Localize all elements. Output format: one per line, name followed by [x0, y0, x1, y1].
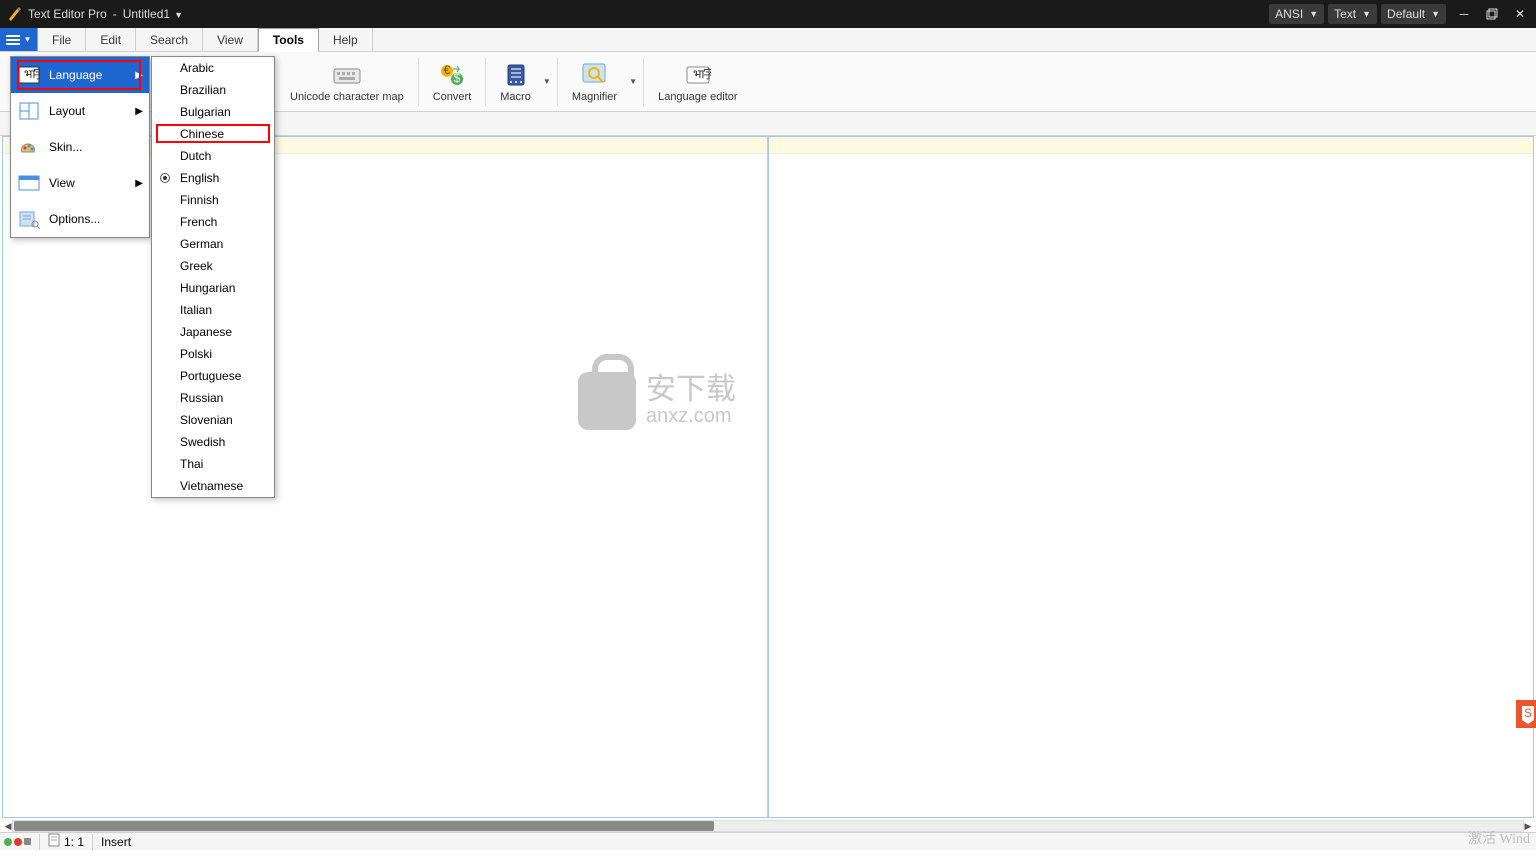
lang-item-polski[interactable]: Polski — [152, 343, 274, 365]
insert-mode[interactable]: Insert — [101, 834, 139, 850]
document-icon — [48, 833, 60, 850]
activation-hint: 激活 Wind — [1468, 828, 1530, 848]
lang-item-arabic[interactable]: Arabic — [152, 57, 274, 79]
lang-item-portuguese[interactable]: Portuguese — [152, 365, 274, 387]
convert-icon: €$ — [438, 61, 466, 89]
lang-item-japanese[interactable]: Japanese — [152, 321, 274, 343]
menu-search[interactable]: Search — [136, 28, 203, 51]
lang-item-russian[interactable]: Russian — [152, 387, 274, 409]
view-icon — [17, 171, 41, 195]
keyboard-icon — [333, 61, 361, 89]
lang-item-italian[interactable]: Italian — [152, 299, 274, 321]
editor-pane-right[interactable] — [768, 136, 1534, 818]
menu-view[interactable]: View — [203, 28, 258, 51]
svg-text:字: 字 — [33, 66, 40, 81]
svg-text:S: S — [1524, 706, 1532, 720]
mode-combo[interactable]: Text▼ — [1328, 4, 1377, 24]
lang-item-french[interactable]: French — [152, 211, 274, 233]
chevron-down-icon[interactable]: ▼ — [174, 10, 183, 20]
svg-text:字: 字 — [703, 66, 711, 81]
lang-item-german[interactable]: German — [152, 233, 274, 255]
hamburger-menu-button[interactable]: ▼ — [0, 28, 38, 51]
lang-item-bulgarian[interactable]: Bulgarian — [152, 101, 274, 123]
cursor-position: 1: 1 — [64, 835, 84, 849]
titlebar: Text Editor Pro - Untitled1 ▼ ANSI▼ Text… — [0, 0, 1536, 28]
lang-item-slovenian[interactable]: Slovenian — [152, 409, 274, 431]
skin-icon — [17, 135, 41, 159]
hscrollbar-thumb[interactable] — [14, 821, 714, 831]
chevron-down-icon: ▼ — [24, 35, 32, 44]
menubar: ▼ File Edit Search View Tools Help — [0, 28, 1536, 52]
close-button[interactable]: ✕ — [1510, 4, 1530, 24]
theme-combo[interactable]: Default▼ — [1381, 4, 1446, 24]
svg-text:€: € — [444, 63, 451, 77]
layout-icon — [17, 99, 41, 123]
radio-selected-icon — [160, 173, 170, 183]
app-icon — [6, 6, 22, 22]
macro-icon — [502, 61, 530, 89]
macro-button[interactable]: Macro — [490, 54, 541, 110]
magnifier-dropdown[interactable]: ▼ — [627, 58, 639, 106]
status-position-section: 1: 1 — [48, 834, 93, 850]
language-submenu: Arabic Brazilian Bulgarian Chinese Dutch… — [151, 56, 275, 498]
menu-item-language[interactable]: भा字 Language ▶ — [11, 57, 149, 93]
document-name[interactable]: Untitled1 — [123, 7, 170, 21]
lang-item-swedish[interactable]: Swedish — [152, 431, 274, 453]
language-editor-icon: भा字 — [684, 61, 712, 89]
menu-item-view[interactable]: View ▶ — [11, 165, 149, 201]
minimize-button[interactable]: ─ — [1454, 4, 1474, 24]
encoding-combo[interactable]: ANSI▼ — [1269, 4, 1324, 24]
magnifier-icon — [580, 61, 608, 89]
magnifier-button[interactable]: Magnifier — [562, 54, 627, 110]
editor-pane-left[interactable] — [2, 136, 768, 818]
menu-file[interactable]: File — [38, 28, 86, 51]
menu-help[interactable]: Help — [319, 28, 373, 51]
lang-item-english[interactable]: English — [152, 167, 274, 189]
stop-icon[interactable] — [24, 838, 31, 845]
title-sep: - — [113, 7, 117, 21]
chevron-right-icon: ▶ — [135, 178, 143, 189]
lang-item-finnish[interactable]: Finnish — [152, 189, 274, 211]
lang-item-chinese[interactable]: Chinese — [152, 123, 274, 145]
hamburger-dropdown: भा字 Language ▶ Layout ▶ Skin... View ▶ O… — [10, 56, 150, 238]
menu-item-layout[interactable]: Layout ▶ — [11, 93, 149, 129]
lang-item-brazilian[interactable]: Brazilian — [152, 79, 274, 101]
menu-tools[interactable]: Tools — [258, 28, 319, 52]
options-icon — [17, 207, 41, 231]
lang-item-vietnamese[interactable]: Vietnamese — [152, 475, 274, 497]
menu-item-options[interactable]: Options... — [11, 201, 149, 237]
corner-badge-icon: S — [1516, 700, 1536, 728]
lang-item-hungarian[interactable]: Hungarian — [152, 277, 274, 299]
chevron-down-icon: ▼ — [1309, 9, 1318, 19]
chevron-down-icon: ▼ — [1431, 9, 1440, 19]
chevron-right-icon: ▶ — [135, 70, 143, 81]
restore-button[interactable] — [1482, 4, 1502, 24]
hamburger-icon — [6, 35, 20, 45]
menu-edit[interactable]: Edit — [86, 28, 136, 51]
convert-button[interactable]: €$ Convert — [423, 54, 482, 110]
language-icon: भा字 — [17, 63, 41, 87]
record-icon[interactable] — [14, 838, 22, 846]
lang-item-dutch[interactable]: Dutch — [152, 145, 274, 167]
chevron-down-icon: ▼ — [1362, 9, 1371, 19]
statusbar: 1: 1 Insert — [0, 832, 1536, 850]
lang-item-greek[interactable]: Greek — [152, 255, 274, 277]
unicode-charmap-button[interactable]: Unicode character map — [280, 54, 414, 110]
language-editor-button[interactable]: भा字 Language editor — [648, 54, 748, 110]
macro-record-controls[interactable] — [4, 834, 40, 850]
chevron-right-icon: ▶ — [135, 106, 143, 117]
app-title: Text Editor Pro — [28, 7, 107, 21]
menu-item-skin[interactable]: Skin... — [11, 129, 149, 165]
macro-dropdown[interactable]: ▼ — [541, 58, 553, 106]
lang-item-thai[interactable]: Thai — [152, 453, 274, 475]
play-icon[interactable] — [4, 838, 12, 846]
svg-text:$: $ — [454, 71, 461, 85]
